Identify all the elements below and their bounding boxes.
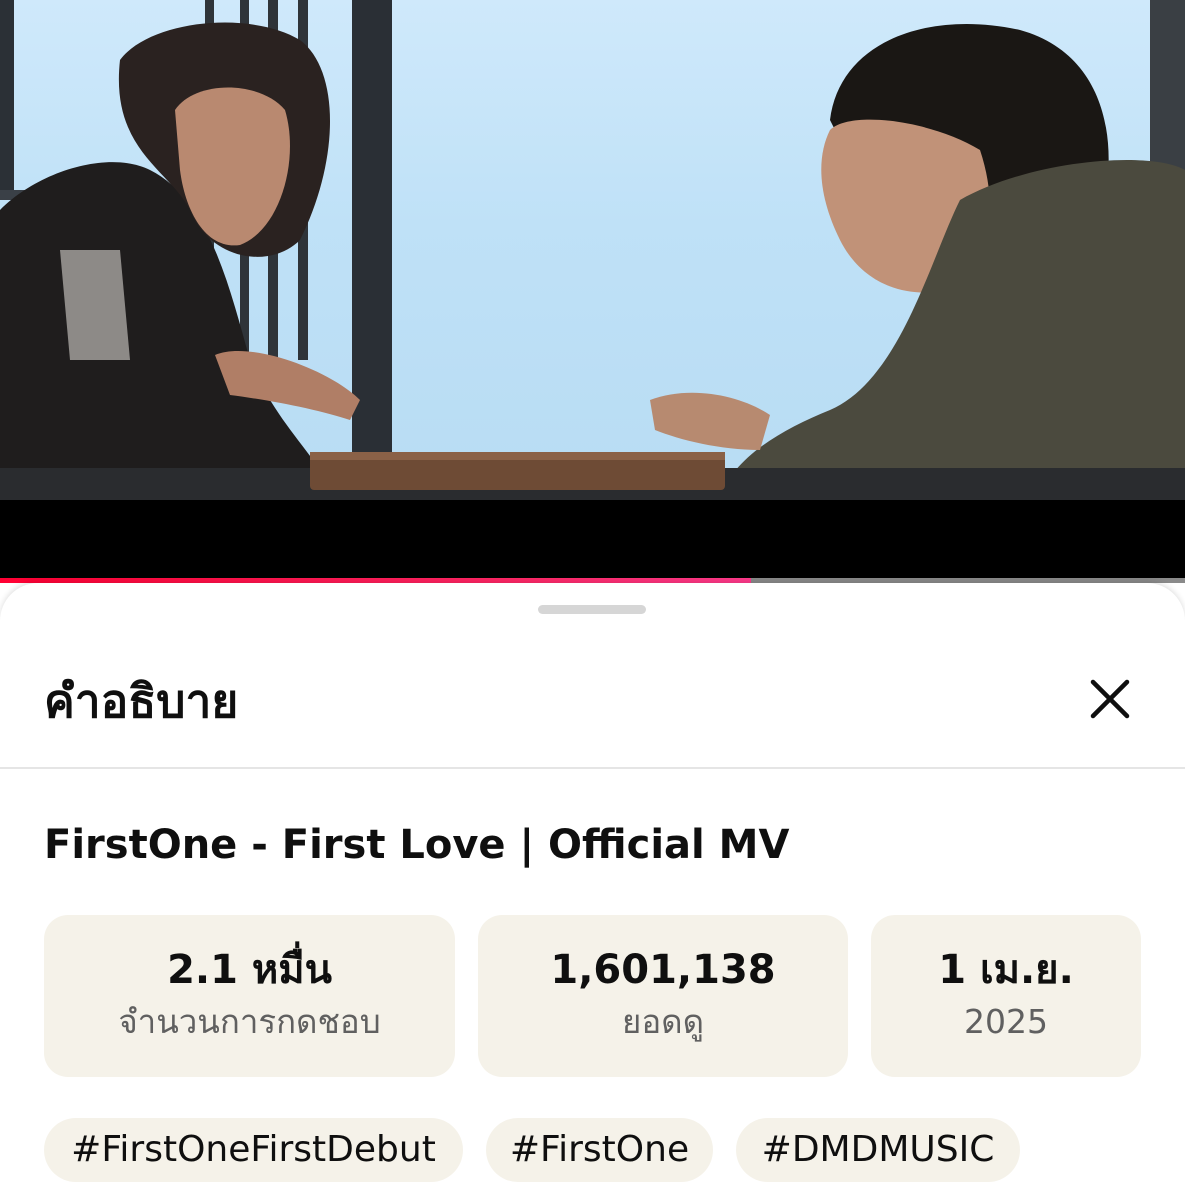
video-player[interactable] (0, 0, 1185, 583)
hashtag-firstone[interactable]: #FirstOne (486, 1118, 713, 1182)
video-title: FirstOne - First Love | Official MV (44, 822, 790, 868)
divider (0, 767, 1185, 769)
likes-count: 2.1 หมื่น (167, 947, 332, 993)
drag-handle[interactable] (538, 605, 646, 614)
video-frame[interactable] (0, 0, 1185, 500)
publish-year: 2025 (964, 1002, 1048, 1041)
views-count: 1,601,138 (550, 947, 776, 993)
likes-label: จำนวนการกดชอบ (118, 1002, 381, 1041)
views-stat: 1,601,138 ยอดดู (478, 915, 848, 1077)
likes-stat: 2.1 หมื่น จำนวนการกดชอบ (44, 915, 455, 1077)
publish-date-stat: 1 เม.ย. 2025 (871, 915, 1141, 1077)
hashtag-dmdmusic[interactable]: #DMDMUSIC (736, 1118, 1020, 1182)
panel-title: คำอธิบาย (44, 674, 239, 728)
description-panel: คำอธิบาย FirstOne - First Love | Officia… (0, 583, 1185, 1200)
publish-date: 1 เม.ย. (938, 947, 1074, 993)
hashtag-firstonefirstdebut[interactable]: #FirstOneFirstDebut (44, 1118, 463, 1182)
close-icon (1090, 679, 1130, 719)
video-letterbox (0, 500, 1185, 578)
close-button[interactable] (1076, 665, 1144, 733)
views-label: ยอดดู (621, 1002, 705, 1041)
video-thumbnail-image (0, 0, 1185, 500)
